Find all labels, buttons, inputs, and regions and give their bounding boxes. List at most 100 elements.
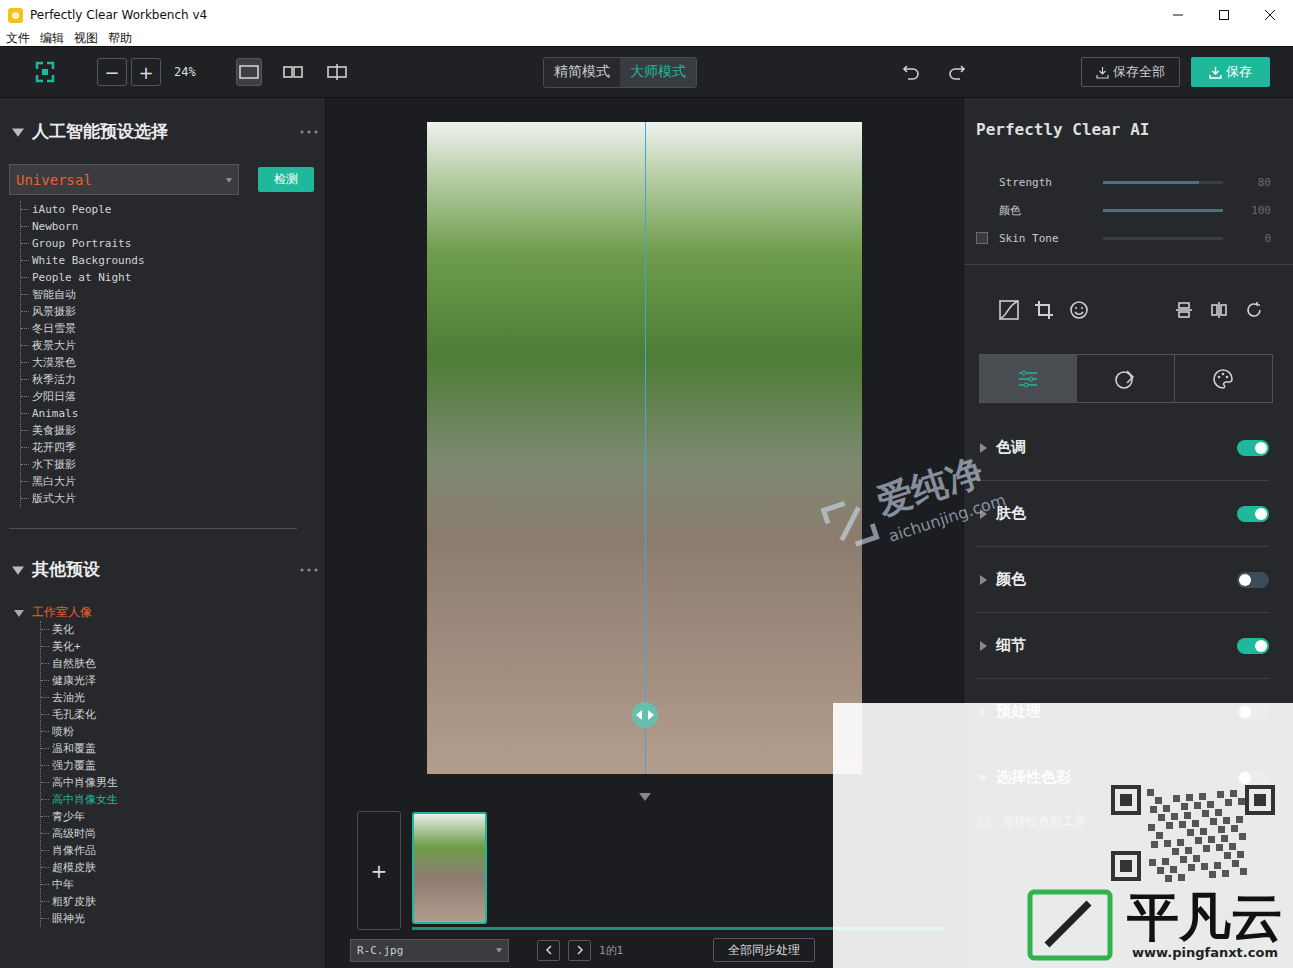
flip-vertical-button[interactable] — [1166, 295, 1201, 325]
preset-item[interactable]: Animals — [21, 405, 325, 422]
menu-item[interactable]: 帮助 — [108, 30, 132, 46]
dropdown-arrow-icon[interactable] — [496, 947, 502, 953]
compare-handle[interactable] — [632, 702, 658, 728]
zoom-in-button[interactable]: + — [131, 58, 161, 86]
preset-item[interactable]: 中年 — [41, 876, 325, 893]
adjustment-section[interactable]: 细节 — [976, 613, 1269, 679]
preset-item[interactable]: 黑白大片 — [21, 473, 325, 490]
save-button[interactable]: 保存 — [1191, 57, 1270, 87]
collapsed-triangle-icon[interactable] — [978, 641, 988, 651]
other-presets-header[interactable]: 其他预设 — [0, 558, 325, 581]
preset-item[interactable]: 高中肖像男生 — [41, 774, 325, 791]
ai-presets-header[interactable]: 人工智能预设选择 — [0, 120, 325, 143]
section-toggle[interactable] — [1237, 572, 1269, 588]
preset-item[interactable]: 毛孔柔化 — [41, 706, 325, 723]
preset-item[interactable]: 青少年 — [41, 808, 325, 825]
preset-item[interactable]: 美化+ — [41, 638, 325, 655]
close-button[interactable] — [1247, 0, 1293, 30]
adjustment-section[interactable]: 颜色 — [976, 547, 1269, 613]
slider-track[interactable] — [1103, 237, 1223, 240]
mode-button[interactable]: 大师模式 — [620, 58, 696, 87]
preset-item[interactable]: 眼神光 — [41, 910, 325, 927]
crop-button[interactable] — [1027, 295, 1062, 325]
menu-item[interactable]: 文件 — [6, 30, 30, 46]
adjustment-tab[interactable] — [980, 355, 1077, 402]
section-toggle[interactable] — [1237, 506, 1269, 522]
redo-button[interactable] — [942, 58, 972, 86]
expanded-triangle-icon[interactable] — [12, 126, 24, 138]
filmstrip-toggle[interactable] — [639, 793, 651, 801]
collapsed-triangle-icon[interactable] — [978, 575, 988, 585]
preset-item[interactable]: 去油光 — [41, 689, 325, 706]
preset-item[interactable]: 健康光泽 — [41, 672, 325, 689]
preset-item[interactable]: 超模皮肤 — [41, 859, 325, 876]
preset-item[interactable]: 自然肤色 — [41, 655, 325, 672]
preset-item[interactable]: 强力覆盖 — [41, 757, 325, 774]
mode-button[interactable]: 精简模式 — [544, 58, 620, 87]
skin-tone-checkbox[interactable] — [976, 232, 988, 244]
flip-horizontal-button[interactable] — [1201, 295, 1236, 325]
adjustment-section[interactable]: 肤色 — [976, 481, 1269, 547]
preset-item[interactable]: 冬日雪景 — [21, 320, 325, 337]
dropdown-arrow-icon[interactable] — [226, 177, 232, 183]
preset-item[interactable]: 花开四季 — [21, 439, 325, 456]
minimize-button[interactable] — [1155, 0, 1201, 30]
prev-button[interactable] — [537, 940, 560, 961]
preset-item[interactable]: Group Portraits — [21, 235, 325, 252]
preset-item[interactable]: 美化 — [41, 621, 325, 638]
thumbnail[interactable] — [412, 812, 487, 924]
section-toggle[interactable] — [1237, 638, 1269, 654]
adjustment-tab[interactable] — [1077, 355, 1174, 402]
next-button[interactable] — [568, 940, 591, 961]
preset-item[interactable]: 夜景大片 — [21, 337, 325, 354]
preset-item[interactable]: 夕阳日落 — [21, 388, 325, 405]
adjustment-tab[interactable] — [1175, 355, 1272, 402]
preset-item[interactable]: 高中肖像女生 — [41, 791, 325, 808]
preset-item[interactable]: 粗犷皮肤 — [41, 893, 325, 910]
preset-item[interactable]: 喷粉 — [41, 723, 325, 740]
maximize-button[interactable] — [1201, 0, 1247, 30]
sync-all-button[interactable]: 全部同步处理 — [713, 938, 815, 962]
preset-item[interactable]: 肖像作品 — [41, 842, 325, 859]
more-icon[interactable] — [299, 567, 319, 573]
file-dropdown[interactable]: R-C.jpg — [350, 939, 509, 962]
preset-item[interactable]: 温和覆盖 — [41, 740, 325, 757]
menu-item[interactable]: 视图 — [74, 30, 98, 46]
preset-item[interactable]: 风景摄影 — [21, 303, 325, 320]
menu-item[interactable]: 编辑 — [40, 30, 64, 46]
more-icon[interactable] — [299, 129, 319, 135]
add-image-button[interactable]: + — [357, 811, 401, 930]
preset-item[interactable]: 智能自动 — [21, 286, 325, 303]
view-mode-button[interactable] — [280, 58, 306, 86]
rotate-button[interactable] — [1236, 295, 1271, 325]
undo-button[interactable] — [896, 58, 926, 86]
section-toggle[interactable] — [1237, 440, 1269, 456]
detect-button[interactable]: 检测 — [258, 167, 314, 192]
save-all-button[interactable]: 保存全部 — [1081, 57, 1180, 87]
adjustment-section[interactable]: 色调 — [976, 415, 1269, 481]
preset-item[interactable]: 秋季活力 — [21, 371, 325, 388]
preset-item[interactable]: 高级时尚 — [41, 825, 325, 842]
preset-item[interactable]: Newborn — [21, 218, 325, 235]
expanded-triangle-icon[interactable] — [14, 608, 24, 618]
preset-item[interactable]: 美食摄影 — [21, 422, 325, 439]
slider-track[interactable] — [1103, 181, 1223, 184]
curves-button[interactable] — [992, 295, 1027, 325]
view-mode-button[interactable] — [236, 58, 262, 86]
compare-line[interactable] — [645, 122, 646, 774]
slider-track[interactable] — [1103, 209, 1223, 212]
preset-item[interactable]: 大漠景色 — [21, 354, 325, 371]
expanded-triangle-icon[interactable] — [12, 564, 24, 576]
preset-group[interactable]: 工作室人像 — [0, 604, 325, 621]
preset-dropdown[interactable]: Universal — [9, 164, 239, 195]
zoom-out-button[interactable]: − — [97, 58, 127, 86]
collapsed-triangle-icon[interactable] — [978, 443, 988, 453]
preset-item[interactable]: People at Night — [21, 269, 325, 286]
preset-item[interactable]: 水下摄影 — [21, 456, 325, 473]
preset-item[interactable]: iAuto People — [21, 201, 325, 218]
logo-icon[interactable] — [35, 61, 55, 83]
preset-item[interactable]: White Backgrounds — [21, 252, 325, 269]
face-button[interactable] — [1062, 295, 1097, 325]
view-mode-button[interactable] — [324, 58, 350, 86]
collapsed-triangle-icon[interactable] — [978, 509, 988, 519]
